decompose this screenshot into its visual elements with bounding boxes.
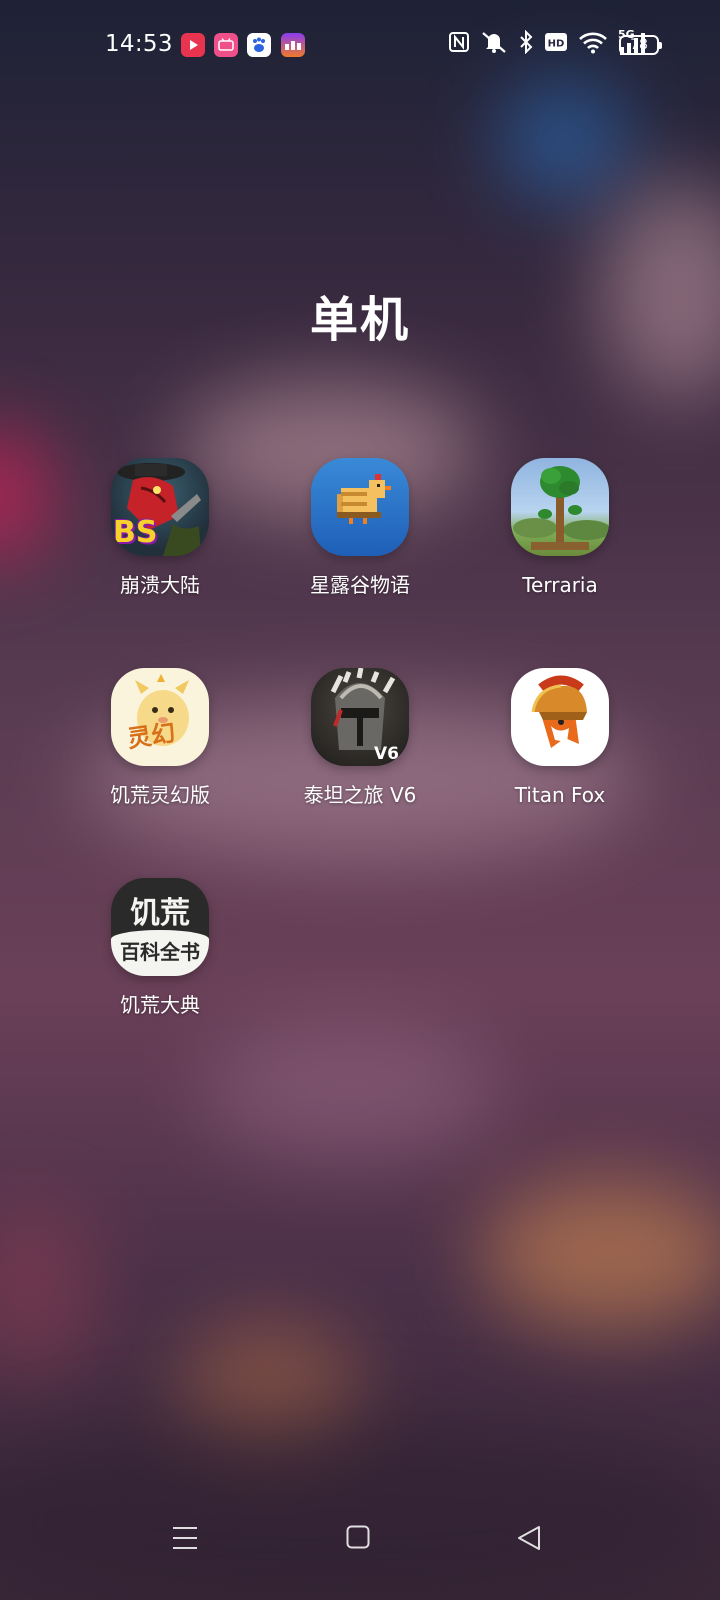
app-stardew-valley[interactable]: 星露谷物语: [285, 458, 435, 598]
nfc-icon: [448, 31, 470, 57]
titan-fox-icon: [511, 668, 609, 766]
battery-level: 78: [630, 37, 648, 53]
crashlands-icon: BS: [111, 458, 209, 556]
wiki-title-line: 饥荒: [130, 896, 190, 931]
rank-app-icon: [281, 33, 305, 57]
wiki-subtitle-line: 百科全书: [120, 940, 200, 964]
stardew-valley-icon: [311, 458, 409, 556]
app-label: 崩溃大陆: [120, 573, 200, 597]
app-label: Titan Fox: [514, 783, 606, 807]
navigation-bar: [0, 1500, 720, 1600]
app-dont-starve-wiki[interactable]: 饥荒 百科全书 饥荒大典: [85, 878, 235, 1018]
app-label: Terraria: [522, 573, 598, 597]
folder-title[interactable]: 单机: [0, 280, 720, 350]
clock: 14:53: [105, 31, 173, 57]
titan-quest-icon: V6: [311, 668, 409, 766]
bilibili-icon: [214, 33, 238, 57]
menu-icon[interactable]: [172, 1525, 198, 1555]
app-titan-fox[interactable]: Titan Fox: [485, 668, 635, 808]
baidu-icon: [247, 33, 271, 57]
spirit-badge: 灵幻: [125, 718, 178, 754]
video-app-icon: [181, 33, 205, 57]
app-dont-starve-spirit[interactable]: 灵幻 饥荒灵幻版: [85, 668, 235, 808]
app-titan-quest[interactable]: V6 泰坦之旅 V6: [285, 668, 435, 808]
status-bar: 14:53 HD 5G 78: [0, 0, 720, 92]
crashlands-badge: BS: [113, 515, 158, 550]
back-icon[interactable]: [517, 1525, 541, 1555]
bluetooth-icon: [518, 29, 534, 58]
app-crashlands[interactable]: BS 崩溃大陆: [85, 458, 235, 598]
svg-text:HD: HD: [548, 39, 565, 50]
battery-indicator: 78: [619, 35, 662, 55]
home-icon[interactable]: [346, 1525, 370, 1553]
dont-starve-wiki-icon: 饥荒 百科全书: [111, 878, 209, 976]
hd-icon: HD: [544, 32, 568, 56]
terraria-icon: [511, 458, 609, 556]
dont-starve-spirit-icon: 灵幻: [111, 668, 209, 766]
mute-icon: [480, 30, 508, 58]
app-label: 饥荒灵幻版: [110, 783, 210, 807]
app-terraria[interactable]: Terraria: [485, 458, 635, 598]
wifi-icon: [578, 30, 608, 58]
app-label: 饥荒大典: [120, 993, 200, 1017]
app-label: 星露谷物语: [310, 573, 410, 597]
titan-quest-badge: V6: [374, 744, 399, 764]
app-label: 泰坦之旅 V6: [303, 783, 417, 807]
